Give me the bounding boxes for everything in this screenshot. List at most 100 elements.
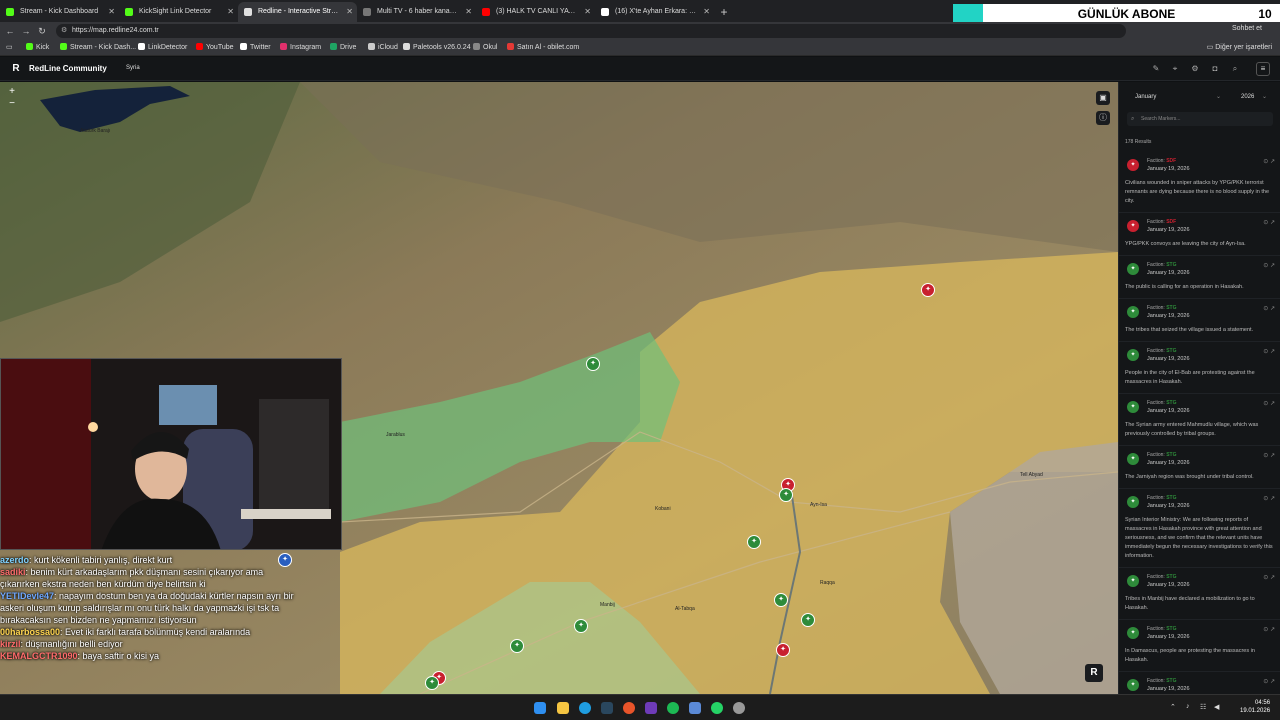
microphone-icon[interactable]: ♪	[1186, 703, 1190, 710]
browser-tab[interactable]: (3) HALK TV CANLI YAYINI | FULL HD✕	[476, 2, 595, 22]
edge-icon[interactable]	[579, 702, 591, 714]
visibility-icon[interactable]: ⊙	[1263, 349, 1268, 355]
network-icon[interactable]: ☷	[1200, 703, 1206, 711]
visibility-icon[interactable]: ⊙	[1263, 263, 1268, 269]
bookmark-item[interactable]: iCloud	[368, 43, 398, 51]
stg-marker[interactable]: ✦	[801, 613, 815, 627]
stg-marker[interactable]: ✦	[779, 488, 793, 502]
external-link-icon[interactable]: ↗	[1270, 401, 1275, 407]
marker-list-item[interactable]: ✦ Faction: STG January 19, 2026 ⊙ ↗	[1119, 672, 1280, 694]
menu-icon[interactable]: ≡	[1256, 62, 1270, 76]
info-icon[interactable]: ⓘ	[1096, 111, 1110, 125]
bookmark-item[interactable]: Stream - Kick Dash...	[60, 43, 136, 51]
new-tab-button[interactable]: +	[714, 2, 734, 22]
spotify-icon[interactable]	[667, 702, 679, 714]
sdf-marker[interactable]: ✦	[921, 283, 935, 297]
stg-marker[interactable]: ✦	[774, 593, 788, 607]
app-name[interactable]: RedLine Community	[29, 64, 107, 73]
draw-icon[interactable]: ✎	[1150, 63, 1162, 75]
forward-icon[interactable]: →	[20, 25, 32, 37]
stg-marker[interactable]: ✦	[747, 535, 761, 549]
file-explorer-icon[interactable]	[557, 702, 569, 714]
marker-list-item[interactable]: ✦ Faction: STG January 19, 2026 ⊙ ↗ The Jarn…	[1119, 446, 1280, 489]
year-select[interactable]: 2026 ⌄	[1233, 90, 1273, 104]
visibility-icon[interactable]: ⊙	[1263, 453, 1268, 459]
other-bookmarks[interactable]: ▭ Diğer yer işaretleri	[1207, 43, 1272, 51]
bookmark-item[interactable]: Kick	[26, 43, 49, 51]
whatsapp-icon[interactable]	[711, 702, 723, 714]
visibility-icon[interactable]: ⊙	[1263, 627, 1268, 633]
bookmark-item[interactable]: YouTube	[196, 43, 234, 51]
browser-icon[interactable]	[623, 702, 635, 714]
stg-marker[interactable]: ✦	[574, 619, 588, 633]
browser-tab[interactable]: Multi TV - 6 haber kanalını aynı anda iz…	[357, 2, 476, 22]
marker-list-item[interactable]: ✦ Faction: STG January 19, 2026 ⊙ ↗ The publ…	[1119, 256, 1280, 299]
app-icon[interactable]	[733, 702, 745, 714]
external-link-icon[interactable]: ↗	[1270, 349, 1275, 355]
visibility-icon[interactable]: ⊙	[1263, 306, 1268, 312]
visibility-icon[interactable]: ⊙	[1263, 496, 1268, 502]
visibility-icon[interactable]: ⊙	[1263, 220, 1268, 226]
marker-list-item[interactable]: ✦ Faction: STG January 19, 2026 ⊙ ↗ The trib…	[1119, 299, 1280, 342]
visibility-icon[interactable]: ⊙	[1263, 575, 1268, 581]
nav-syria[interactable]: Syria	[126, 65, 140, 71]
volume-icon[interactable]: ◀	[1214, 703, 1219, 711]
close-tab-icon[interactable]: ✕	[227, 2, 234, 22]
app-icon[interactable]	[645, 702, 657, 714]
zoom-in-button[interactable]: +	[6, 86, 18, 98]
marker-list-item[interactable]: ✦ Faction: STG January 19, 2026 ⊙ ↗ The Syri…	[1119, 394, 1280, 446]
settings-icon[interactable]: ⚙	[1189, 63, 1201, 75]
bookmark-item[interactable]: Okul	[473, 43, 497, 51]
browser-tab[interactable]: Stream - Kick Dashboard ✕	[0, 2, 119, 22]
external-link-icon[interactable]: ↗	[1270, 306, 1275, 312]
chat-profile-button[interactable]: Sohbet et	[1232, 25, 1262, 32]
bookmark-item[interactable]: LinkDetector	[138, 43, 187, 51]
system-clock[interactable]: 04:56 19.01.2026	[1240, 699, 1270, 715]
tray-arrow-icon[interactable]: ⌃	[1170, 703, 1176, 711]
marker-list-item[interactable]: ✦ Faction: STG January 19, 2026 ⊙ ↗ People i…	[1119, 342, 1280, 394]
start-icon[interactable]	[534, 702, 546, 714]
bookmark-item[interactable]: Drive	[330, 43, 356, 51]
external-link-icon[interactable]: ↗	[1270, 575, 1275, 581]
visibility-icon[interactable]: ⊙	[1263, 401, 1268, 407]
close-tab-icon[interactable]: ✕	[465, 2, 472, 22]
stg-marker[interactable]: ✦	[586, 357, 600, 371]
external-link-icon[interactable]: ↗	[1270, 627, 1275, 633]
apps-icon[interactable]: ▭	[6, 43, 13, 51]
close-tab-icon[interactable]: ✕	[346, 2, 353, 22]
search-icon[interactable]: ⌕	[1229, 63, 1241, 75]
site-info-icon[interactable]: ⚙	[61, 24, 67, 38]
close-tab-icon[interactable]: ✕	[108, 2, 115, 22]
external-link-icon[interactable]: ↗	[1270, 679, 1275, 685]
external-link-icon[interactable]: ↗	[1270, 453, 1275, 459]
external-link-icon[interactable]: ↗	[1270, 220, 1275, 226]
marker-list-item[interactable]: ✦ Faction: STG January 19, 2026 ⊙ ↗ Tribes i…	[1119, 568, 1280, 620]
stg-marker[interactable]: ✦	[510, 639, 524, 653]
marker-list-item[interactable]: ✦ Faction: STG January 19, 2026 ⊙ ↗ In Damas…	[1119, 620, 1280, 672]
browser-tab[interactable]: KickSight Link Detector ✕	[119, 2, 238, 22]
month-select[interactable]: January ⌄	[1127, 90, 1227, 104]
close-tab-icon[interactable]: ✕	[703, 2, 710, 22]
redline-map-badge[interactable]: R	[1085, 664, 1103, 682]
bookmark-item[interactable]: Paletools v26.0.24	[403, 43, 471, 51]
sdf-marker[interactable]: ✦	[776, 643, 790, 657]
browser-tab[interactable]: (16) X'te Ayhan Erkara: "Haseke'de ✕	[595, 2, 714, 22]
marker-list-item[interactable]: ✦ Faction: SDF January 19, 2026 ⊙ ↗ Civilian…	[1119, 152, 1280, 213]
reload-icon[interactable]: ↻	[36, 25, 48, 37]
external-link-icon[interactable]: ↗	[1270, 263, 1275, 269]
marker-list-item[interactable]: ✦ Faction: STG January 19, 2026 ⊙ ↗ Syrian I…	[1119, 489, 1280, 568]
url-bar[interactable]: ⚙ https://map.redline24.com.tr	[56, 24, 1126, 38]
zoom-out-button[interactable]: −	[6, 98, 18, 110]
external-link-icon[interactable]: ↗	[1270, 496, 1275, 502]
steam-icon[interactable]	[601, 702, 613, 714]
stg-marker[interactable]: ✦	[425, 676, 439, 690]
redline-logo[interactable]: R	[10, 63, 22, 75]
marker-list-item[interactable]: ✦ Faction: SDF January 19, 2026 ⊙ ↗ YPG/PKK …	[1119, 213, 1280, 256]
bookmark-item[interactable]: Twitter	[240, 43, 271, 51]
back-icon[interactable]: ←	[4, 25, 16, 37]
pin-icon[interactable]: ⌖	[1169, 63, 1181, 75]
browser-tab[interactable]: Redline - Interactive Strategic Map ✕	[238, 2, 357, 22]
external-link-icon[interactable]: ↗	[1270, 159, 1275, 165]
app-icon[interactable]	[689, 702, 701, 714]
visibility-icon[interactable]: ⊙	[1263, 159, 1268, 165]
